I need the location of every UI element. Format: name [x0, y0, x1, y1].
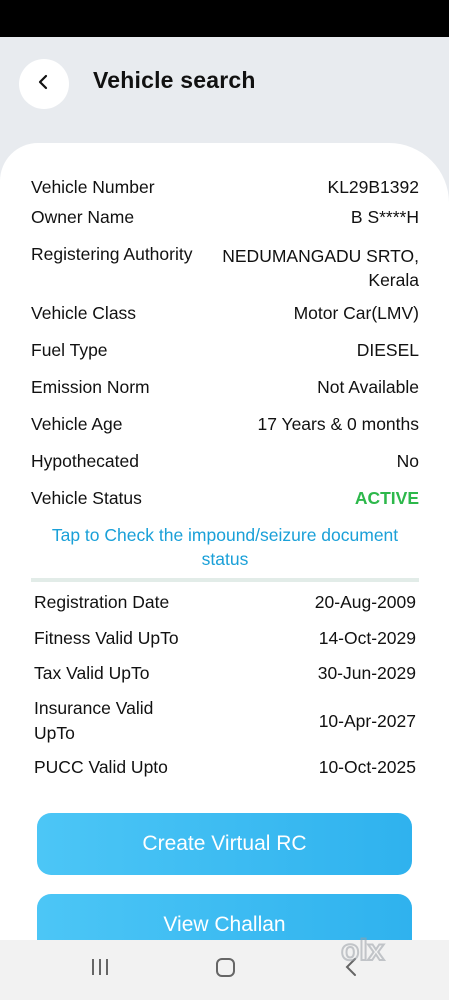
svg-text:olx: olx: [341, 934, 385, 967]
back-button[interactable]: [19, 59, 69, 109]
home-icon[interactable]: [214, 955, 238, 984]
detail-row-owner-name: Owner Name B S****H: [31, 207, 419, 228]
detail-row-vehicle-number: Vehicle Number KL29B1392: [31, 177, 419, 198]
detail-label: Registering Authority: [31, 244, 193, 264]
validity-label: Fitness Valid UpTo: [34, 628, 179, 648]
detail-row-vehicle-status: Vehicle Status ACTIVE: [31, 488, 419, 509]
detail-label: Fuel Type: [31, 340, 108, 360]
validity-value: 10-Oct-2025: [318, 757, 416, 777]
validity-value: 20-Aug-2009: [314, 592, 416, 612]
page-title: Vehicle search: [93, 67, 256, 93]
status-bar: [0, 0, 449, 37]
detail-row-emission-norm: Emission Norm Not Available: [31, 377, 419, 398]
detail-value: B S****H: [350, 207, 419, 227]
recents-icon[interactable]: [88, 955, 112, 984]
detail-value: KL29B1392: [327, 177, 419, 197]
impound-status-link[interactable]: Tap to Check the impound/seizure documen…: [31, 523, 419, 571]
validity-value: 14-Oct-2029: [318, 628, 416, 648]
detail-value: Motor Car(LMV): [293, 303, 419, 323]
chevron-left-icon: [36, 74, 52, 95]
validity-row-tax: Tax Valid UpTo 30-Jun-2029: [34, 663, 416, 684]
olx-watermark: olx: [337, 930, 421, 975]
detail-label: Hypothecated: [31, 451, 139, 471]
detail-label: Vehicle Age: [31, 414, 123, 434]
detail-row-vehicle-age: Vehicle Age 17 Years & 0 months: [31, 414, 419, 435]
create-virtual-rc-button[interactable]: Create Virtual RC: [37, 813, 412, 875]
detail-label: Emission Norm: [31, 377, 150, 397]
validity-label: Insurance Valid UpTo: [34, 698, 154, 743]
detail-row-registering-authority: Registering Authority NEDUMANGADU SRTO, …: [31, 244, 419, 292]
validity-value: 10-Apr-2027: [318, 710, 416, 731]
detail-row-vehicle-class: Vehicle Class Motor Car(LMV): [31, 303, 419, 324]
detail-row-hypothecated: Hypothecated No: [31, 451, 419, 472]
validity-row-pucc: PUCC Valid Upto 10-Oct-2025: [34, 757, 416, 778]
validity-row-insurance: Insurance Valid UpTo 10-Apr-2027: [34, 696, 416, 746]
detail-label: Vehicle Number: [31, 177, 155, 197]
detail-label: Vehicle Status: [31, 488, 142, 508]
validity-label: Registration Date: [34, 592, 170, 612]
validity-row-registration-date: Registration Date 20-Aug-2009: [34, 592, 416, 613]
detail-value: DIESEL: [356, 340, 419, 360]
status-badge: ACTIVE: [354, 488, 419, 508]
validity-value: 30-Jun-2029: [317, 663, 416, 683]
section-divider: [31, 578, 419, 582]
detail-value: 17 Years & 0 months: [257, 414, 420, 434]
detail-label: Owner Name: [31, 207, 135, 227]
validity-label: Tax Valid UpTo: [34, 663, 150, 683]
detail-label: Vehicle Class: [31, 303, 137, 323]
detail-row-fuel-type: Fuel Type DIESEL: [31, 340, 419, 361]
validity-label: PUCC Valid Upto: [34, 757, 168, 777]
detail-value: NEDUMANGADU SRTO, Kerala: [222, 246, 419, 290]
header: Vehicle search: [0, 37, 449, 157]
detail-value: No: [396, 451, 419, 471]
detail-value: Not Available: [317, 377, 419, 397]
validity-row-fitness: Fitness Valid UpTo 14-Oct-2029: [34, 628, 416, 649]
